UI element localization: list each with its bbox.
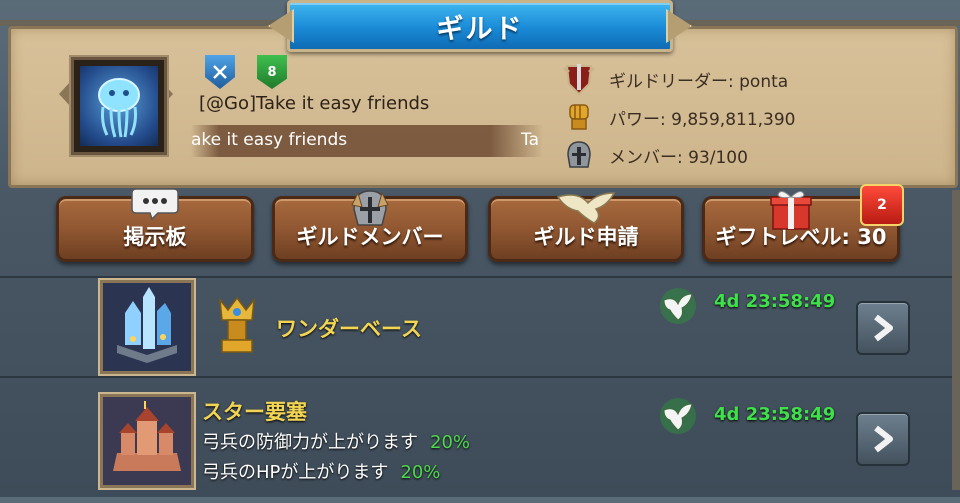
guild-members-button[interactable]: ギルドメンバー (272, 190, 468, 262)
emblem-left-ornament (59, 81, 71, 107)
chat-bubble-icon (130, 187, 180, 225)
dove-icon (554, 187, 618, 231)
helmet-icon (559, 137, 599, 173)
wonder-base-next-button[interactable] (856, 301, 910, 355)
wonder-base-timer: 4d 23:58:49 (714, 291, 836, 312)
scroll-rail (952, 190, 960, 490)
guild-level-value: 8 (267, 64, 277, 80)
board-button-label: 掲示板 (123, 225, 187, 249)
title-plate: ギルド (287, 0, 673, 52)
star-fortress-title: スター要塞 (202, 400, 307, 424)
chevron-right-icon (874, 425, 893, 453)
guild-level-badge: 8 (257, 55, 287, 89)
gift-notification-badge: 2 (860, 184, 904, 226)
guild-applications-button[interactable]: ギルド申請 (488, 192, 684, 262)
row-divider (0, 376, 960, 378)
star-fortress-thumbnail (100, 394, 194, 488)
star-fortress-next-button[interactable] (856, 412, 910, 466)
leader-row: ギルドリーダー: ponta (559, 61, 788, 97)
wonder-base-thumbnail (100, 280, 194, 374)
members-row: メンバー: 93/100 (559, 137, 748, 173)
guild-emblem[interactable] (71, 57, 167, 155)
fist-power-icon (559, 99, 599, 135)
star-fortress-timer: 4d 23:58:49 (714, 404, 836, 425)
rank-shield-icon (205, 55, 235, 89)
board-button[interactable]: 掲示板 (56, 188, 254, 262)
buff-text: 弓兵のHPが上がります (202, 462, 389, 483)
chevron-right-icon (874, 314, 893, 342)
dove-peace-icon (658, 286, 698, 326)
jellyfish-emblem-icon (80, 66, 158, 146)
gift-icon (768, 187, 814, 235)
dove-peace-icon (658, 396, 698, 436)
buff-text: 弓兵の防御力が上がります (202, 432, 418, 453)
guild-leader-text: ギルドリーダー: ponta (609, 71, 789, 92)
power-row: パワー: 9,859,811,390 (559, 99, 796, 135)
leader-crest-icon (559, 61, 599, 97)
buff-value: 20% (430, 432, 471, 453)
guild-members-text: メンバー: 93/100 (609, 147, 748, 168)
notification-count: 2 (877, 197, 887, 213)
marquee-text: ake it easy friends (191, 130, 348, 150)
guild-name: [@Go]Take it easy friends (199, 93, 430, 114)
guild-power-text: パワー: 9,859,811,390 (609, 109, 796, 130)
guild-announcement-marquee: ake it easy friends Ta (191, 125, 543, 157)
marquee-text-next: Ta (521, 130, 539, 150)
row-divider (0, 276, 960, 278)
buff-archer-hp: 弓兵のHPが上がります 20% (202, 458, 440, 484)
buff-value: 20% (400, 462, 441, 483)
wonder-base-title: ワンダーベース (276, 317, 422, 341)
crown-trophy-icon (212, 294, 262, 360)
helmet-icon (348, 187, 392, 233)
window-title: ギルド (436, 13, 524, 45)
title-banner: ギルド (270, 0, 690, 52)
buff-archer-defense: 弓兵の防御力が上がります 20% (202, 428, 470, 454)
